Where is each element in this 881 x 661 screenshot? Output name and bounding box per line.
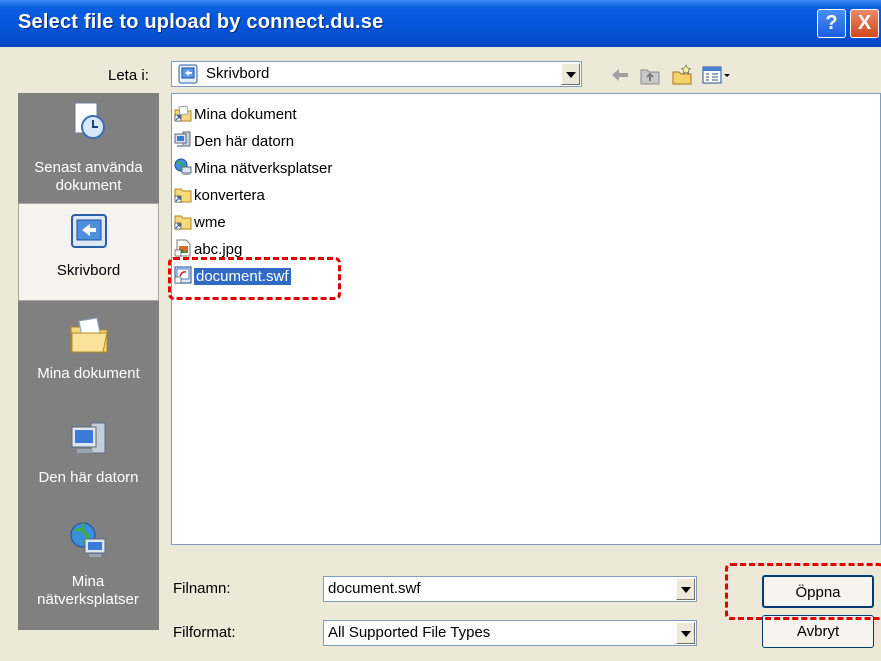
place-label: Senast använda dokument <box>34 159 143 194</box>
place-recent-documents[interactable]: Senast använda dokument <box>18 93 159 194</box>
lookin-label: Leta i: <box>108 67 149 84</box>
desktop-icon <box>69 212 109 252</box>
place-network[interactable]: Mina nätverksplatser <box>18 513 159 630</box>
places-bar: Senast använda dokument Skrivbord Mina d… <box>18 93 159 630</box>
filename-label: Filnamn: <box>173 580 231 597</box>
new-folder-icon[interactable] <box>671 64 693 86</box>
place-label: Skrivbord <box>56 262 121 279</box>
image-file-icon <box>174 239 192 257</box>
file-name: wme <box>194 214 226 231</box>
network-places-icon <box>69 521 109 561</box>
view-menu-icon[interactable] <box>701 64 731 86</box>
file-name: Mina dokument <box>194 106 297 123</box>
list-item[interactable]: wme <box>174 211 226 235</box>
file-name: Mina nätverksplatser <box>194 160 333 177</box>
my-documents-icon <box>174 104 192 122</box>
back-arrow-icon[interactable] <box>609 64 631 86</box>
desktop-icon <box>178 64 198 84</box>
place-my-documents[interactable]: Mina dokument <box>18 307 159 405</box>
place-label: Mina nätverksplatser <box>37 573 139 608</box>
cancel-button-label: Avbryt <box>796 623 840 640</box>
recent-documents-icon <box>69 101 109 141</box>
lookin-dropdown[interactable]: Skrivbord <box>171 61 582 87</box>
filetype-dropdown-arrow[interactable] <box>676 622 695 644</box>
my-computer-icon <box>174 131 192 149</box>
list-item[interactable]: Mina nätverksplatser <box>174 157 332 181</box>
network-places-icon <box>174 158 192 176</box>
highlight-selected-file <box>168 257 341 300</box>
place-label: Den här datorn <box>38 469 139 486</box>
lookin-value: Skrivbord <box>206 65 270 82</box>
filetype-dropdown[interactable]: All Supported File Types <box>323 620 697 646</box>
close-button[interactable]: X <box>850 9 879 38</box>
file-upload-dialog: Select file to upload by connect.du.se ?… <box>0 0 881 661</box>
up-folder-icon[interactable] <box>639 64 661 86</box>
filetype-label: Filformat: <box>173 624 236 641</box>
folder-shortcut-icon <box>174 212 192 230</box>
place-label: Mina dokument <box>37 365 140 382</box>
list-item[interactable]: konvertera <box>174 184 265 208</box>
title-bar[interactable]: Select file to upload by connect.du.se ?… <box>0 0 881 47</box>
filetype-value: All Supported File Types <box>328 624 491 641</box>
filename-dropdown-arrow[interactable] <box>676 578 695 600</box>
lookin-dropdown-arrow[interactable] <box>561 63 580 85</box>
file-name: abc.jpg <box>194 241 243 258</box>
filename-value: document.swf <box>328 580 421 597</box>
highlight-open-button <box>725 563 881 620</box>
file-list[interactable]: Mina dokument Den här datorn Mina nätver… <box>171 93 881 545</box>
file-name: konvertera <box>194 187 265 204</box>
dialog-title: Select file to upload by connect.du.se <box>18 11 384 33</box>
my-documents-icon <box>69 315 109 355</box>
help-button[interactable]: ? <box>817 9 846 38</box>
place-my-computer[interactable]: Den här datorn <box>18 411 159 509</box>
place-desktop[interactable]: Skrivbord <box>18 203 159 301</box>
my-computer-icon <box>69 419 109 459</box>
filename-input[interactable]: document.swf <box>323 576 697 602</box>
file-name: Den här datorn <box>194 133 295 150</box>
folder-shortcut-icon <box>174 185 192 203</box>
list-item[interactable]: Den här datorn <box>174 130 294 154</box>
list-item[interactable]: Mina dokument <box>174 103 297 127</box>
